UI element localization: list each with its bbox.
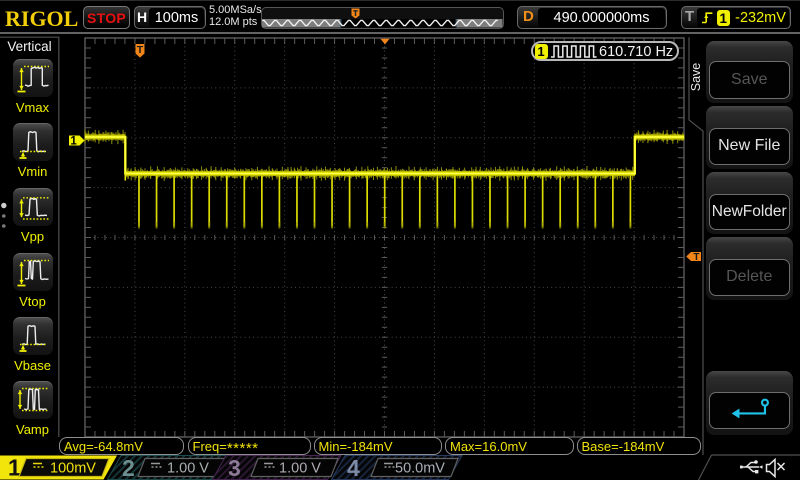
svg-text:1.00 V: 1.00 V xyxy=(167,461,209,477)
svg-text:T: T xyxy=(693,252,699,263)
svg-text:50.0mV: 50.0mV xyxy=(395,461,445,477)
svg-text:100mV: 100mV xyxy=(50,461,96,477)
svg-text:1.00 V: 1.00 V xyxy=(279,461,321,477)
svg-text:2: 2 xyxy=(122,455,135,480)
svg-text:1: 1 xyxy=(70,135,77,147)
svg-text:4: 4 xyxy=(347,455,360,480)
svg-text:3: 3 xyxy=(228,455,241,480)
